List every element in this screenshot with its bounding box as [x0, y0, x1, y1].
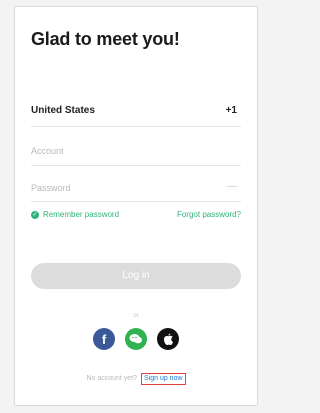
social-login: f: [15, 328, 257, 350]
forgot-password-link[interactable]: Forgot password?: [177, 210, 241, 219]
password-placeholder: Password: [31, 183, 71, 193]
login-button[interactable]: Log in: [31, 263, 241, 289]
no-account-text: No account yet?: [86, 375, 138, 382]
country-code: +1: [225, 105, 237, 116]
apple-icon[interactable]: [157, 328, 179, 350]
account-input[interactable]: Account: [31, 146, 241, 156]
remember-password-toggle[interactable]: ✓ Remember password Forgot password?: [31, 210, 241, 219]
divider: [31, 126, 241, 127]
account-placeholder: Account: [31, 146, 64, 156]
country-name: United States: [31, 105, 95, 116]
or-divider: or: [133, 313, 139, 319]
signup-prompt: No account yet? Sign up now: [15, 373, 257, 385]
page-title: Glad to meet you!: [31, 29, 180, 49]
eye-off-icon[interactable]: —: [227, 181, 237, 192]
wechat-icon[interactable]: [125, 328, 147, 350]
signup-link[interactable]: Sign up now: [141, 373, 186, 385]
divider: [31, 165, 241, 166]
remember-label: Remember password: [43, 210, 120, 219]
login-screen: Glad to meet you! United States +1 Accou…: [14, 6, 258, 406]
password-input[interactable]: Password —: [31, 181, 241, 193]
divider: [31, 201, 241, 202]
country-selector[interactable]: United States +1: [31, 105, 241, 119]
check-icon[interactable]: ✓: [31, 210, 39, 219]
facebook-icon[interactable]: f: [93, 328, 115, 350]
